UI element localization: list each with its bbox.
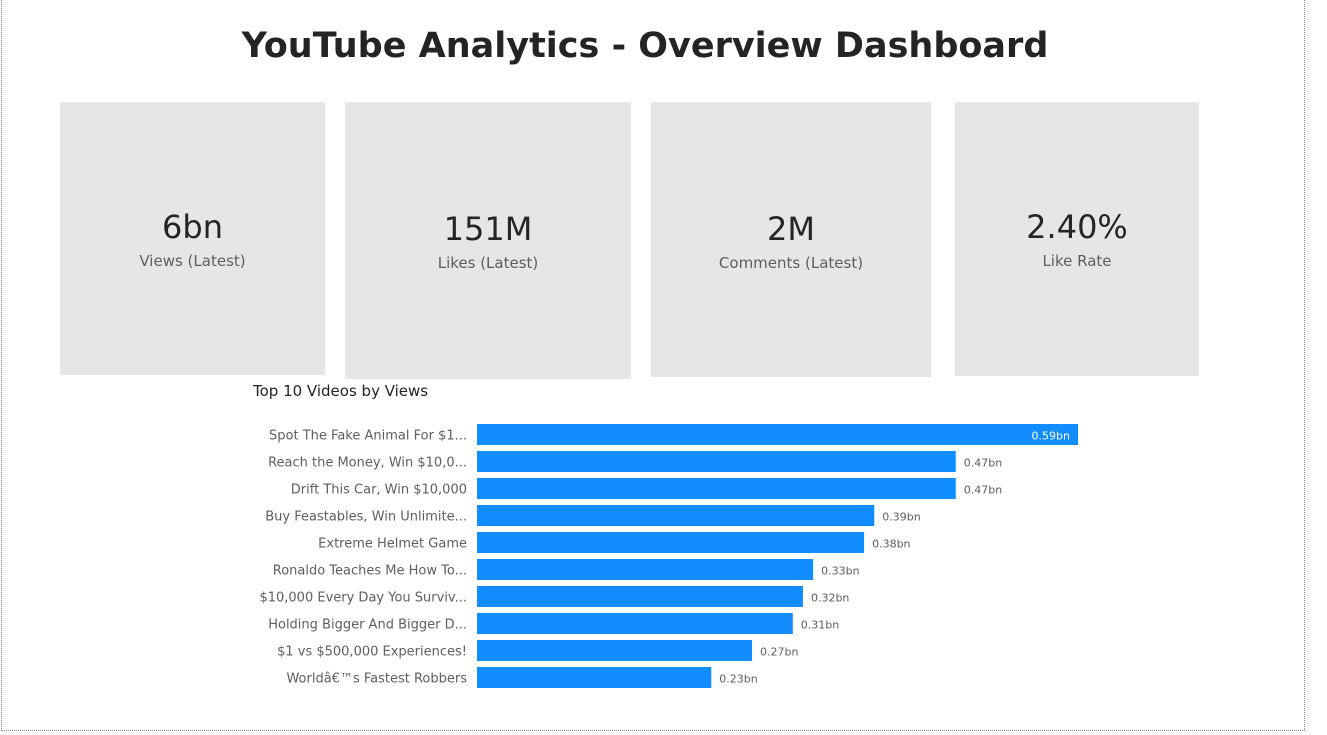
bar[interactable] xyxy=(477,532,865,553)
category-label: $10,000 Every Day You Surviv... xyxy=(259,591,467,606)
category-label: $1 vs $500,000 Experiences! xyxy=(277,645,467,660)
category-label: Drift This Car, Win $10,000 xyxy=(291,483,467,498)
data-label: 0.23bn xyxy=(719,673,757,686)
bar[interactable] xyxy=(477,586,803,607)
category-label: Spot The Fake Animal For $1... xyxy=(269,429,467,444)
bar[interactable] xyxy=(477,478,956,499)
bar[interactable] xyxy=(477,451,956,472)
data-label: 0.33bn xyxy=(821,565,859,578)
data-label: 0.47bn xyxy=(964,484,1002,497)
data-label: 0.31bn xyxy=(801,619,839,632)
category-label: Worldâ€™s Fastest Robbers xyxy=(286,672,467,687)
data-label: 0.27bn xyxy=(760,646,798,659)
bar[interactable] xyxy=(477,424,1078,445)
data-label: 0.59bn xyxy=(1032,430,1070,443)
bar[interactable] xyxy=(477,505,875,526)
data-label: 0.47bn xyxy=(964,457,1002,470)
top-videos-bar-chart[interactable]: Spot The Fake Animal For $1... 0.59bn Reac… xyxy=(0,0,1327,735)
category-label: Ronaldo Teaches Me How To... xyxy=(273,564,467,579)
bar[interactable] xyxy=(477,640,753,661)
bar[interactable] xyxy=(477,613,793,634)
bar[interactable] xyxy=(477,559,814,580)
data-label: 0.32bn xyxy=(811,592,849,605)
category-label: Holding Bigger And Bigger D... xyxy=(268,618,467,633)
data-label: 0.38bn xyxy=(872,538,910,551)
bar[interactable] xyxy=(477,667,712,688)
category-label: Extreme Helmet Game xyxy=(318,537,467,552)
data-label: 0.39bn xyxy=(882,511,920,524)
category-label: Buy Feastables, Win Unlimite... xyxy=(265,510,467,525)
category-label: Reach the Money, Win $10,0... xyxy=(268,456,467,471)
